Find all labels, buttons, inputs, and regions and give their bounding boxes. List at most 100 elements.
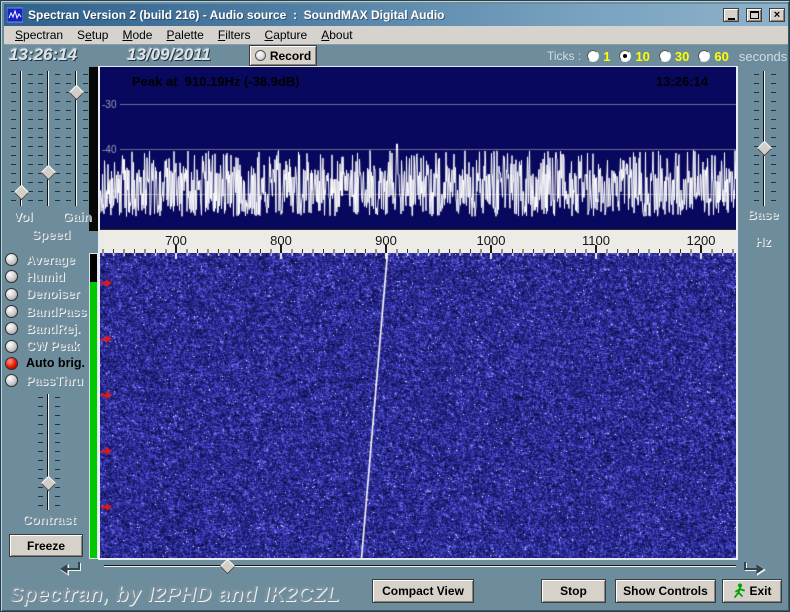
filter-led-icon[interactable]: [5, 305, 18, 319]
ticks-option-label: 1: [603, 48, 611, 64]
show-controls-button[interactable]: Show Controls: [615, 579, 716, 603]
maximize-icon: [749, 11, 759, 19]
filter-average[interactable]: Average: [5, 251, 97, 268]
filter-auto-brig[interactable]: Auto brig.: [5, 355, 97, 372]
exit-button[interactable]: Exit: [722, 579, 782, 603]
filter-bandrej[interactable]: BandRej.: [5, 320, 97, 337]
ticks-option-30[interactable]: 30: [658, 48, 690, 64]
filter-led-icon[interactable]: [5, 374, 18, 388]
vol-slider[interactable]: [11, 71, 33, 206]
filter-cw-peak[interactable]: CW Peak: [5, 337, 97, 354]
frequency-minor-ticks: [100, 249, 736, 253]
filter-label: BandPass: [26, 304, 87, 319]
stop-button[interactable]: Stop: [541, 579, 606, 603]
compact-view-button[interactable]: Compact View: [372, 579, 474, 603]
ticks-label: Ticks :: [547, 49, 582, 63]
filter-list: Average Humid Denoiser BandPass BandRej. CW P…: [5, 251, 97, 389]
running-man-icon: [734, 583, 746, 598]
freq-major-tick: [385, 245, 387, 253]
radio-icon[interactable]: [658, 50, 671, 62]
filter-label: CW Peak: [26, 339, 80, 354]
filter-label: Humid: [26, 269, 65, 284]
record-label: Record: [269, 48, 312, 63]
ticks-option-1[interactable]: 1: [587, 49, 610, 64]
minimize-button[interactable]: [723, 8, 739, 22]
peak-readout: Peak at 910.19Hz (-38.9dB): [132, 74, 300, 89]
filter-led-icon[interactable]: [5, 253, 18, 267]
close-button[interactable]: ×: [769, 8, 785, 22]
horizontal-scroll-track[interactable]: [104, 565, 736, 567]
menu-item-spectran[interactable]: Spectran: [8, 27, 70, 43]
gain-label: Gain: [62, 209, 92, 224]
radio-icon[interactable]: [587, 50, 600, 62]
ticks-option-10[interactable]: 10: [619, 48, 650, 64]
vol-slider-thumb[interactable]: [13, 184, 30, 201]
filter-led-icon[interactable]: [5, 270, 18, 284]
filter-label: Denoiser: [26, 287, 80, 302]
vol-label: Vol: [13, 209, 33, 224]
ticks-option-label: 30: [674, 48, 690, 64]
spectrum-plot[interactable]: [100, 67, 736, 229]
ticks-option-label: 60: [714, 48, 729, 64]
speed-slider-thumb[interactable]: [40, 165, 57, 181]
filter-led-icon[interactable]: [5, 356, 18, 370]
filter-passthru[interactable]: PassThru: [5, 372, 97, 389]
spectrum-clock: 13:26:14: [655, 74, 708, 89]
ticks-radio-group: Ticks : 1 10 30 60 seconds: [547, 47, 787, 65]
filter-denoiser[interactable]: Denoiser: [5, 286, 97, 303]
filter-label: PassThru: [26, 373, 83, 388]
menu-item-mode[interactable]: Mode: [115, 27, 159, 43]
freq-major-tick: [700, 245, 702, 253]
date-display: 13/09/2011: [127, 45, 211, 64]
app-icon: [7, 7, 23, 23]
radio-icon[interactable]: [619, 50, 632, 62]
display-area: 700 800 900 1000 1100 1200 Peak at 910.19Hz (…: [98, 66, 738, 560]
freq-major-tick: [490, 245, 492, 253]
scroll-right-arrow-icon[interactable]: [742, 557, 766, 577]
scroll-left-arrow-icon[interactable]: [58, 557, 82, 577]
filter-led-icon[interactable]: [5, 287, 18, 301]
freq-major-tick: [595, 245, 597, 253]
filter-humid[interactable]: Humid: [5, 268, 97, 285]
ticks-options: 1 10 30 60: [587, 49, 733, 64]
filter-bandpass[interactable]: BandPass: [5, 303, 97, 320]
menu-item-setup[interactable]: Setup: [70, 27, 115, 43]
menu-item-capture[interactable]: Capture: [258, 27, 315, 43]
ticks-option-60[interactable]: 60: [698, 48, 729, 64]
speed-slider[interactable]: [38, 71, 60, 206]
filter-led-icon[interactable]: [5, 322, 18, 336]
time-display: 13:26:14: [9, 45, 78, 64]
waterfall-display[interactable]: [100, 253, 736, 558]
contrast-slider[interactable]: [38, 394, 60, 510]
filter-label: Average: [26, 252, 75, 267]
frequency-scale: 700 800 900 1000 1100 1200: [100, 229, 736, 253]
contrast-slider-thumb[interactable]: [40, 476, 57, 492]
ticks-unit-label: seconds: [738, 48, 788, 64]
gain-slider-thumb[interactable]: [68, 84, 85, 101]
ticks-option-label: 10: [635, 48, 650, 64]
freq-major-tick: [175, 245, 177, 253]
freeze-button[interactable]: Freeze: [9, 534, 83, 557]
maximize-button[interactable]: [746, 8, 762, 22]
minimize-icon: [727, 18, 735, 20]
spectrum-side-bar: [89, 67, 98, 231]
base-label: Base: [747, 207, 779, 222]
gain-slider[interactable]: [66, 71, 88, 206]
base-slider[interactable]: [754, 71, 776, 206]
menu-item-about[interactable]: About: [314, 27, 359, 43]
hz-unit-label: Hz: [755, 234, 771, 249]
filter-led-icon[interactable]: [5, 339, 18, 353]
menu-item-filters[interactable]: Filters: [211, 27, 258, 43]
horizontal-scroll-thumb[interactable]: [219, 558, 236, 575]
record-button[interactable]: Record: [249, 45, 317, 66]
filter-label: Auto brig.: [26, 356, 86, 371]
freq-major-tick: [280, 245, 282, 253]
menu-item-palette[interactable]: Palette: [159, 27, 210, 43]
menu-bar: Spectran Setup Mode Palette Filters Capture Ab…: [4, 26, 788, 45]
branding-text: Spectran, by I2PHD and IK2CZL: [9, 583, 340, 606]
spectran-window: Spectran Version 2 (build 216) - Audio s…: [0, 0, 790, 612]
speed-label: Speed: [31, 227, 71, 242]
base-slider-thumb[interactable]: [756, 140, 773, 157]
radio-icon[interactable]: [698, 50, 711, 62]
title-bar: Spectran Version 2 (build 216) - Audio s…: [4, 4, 788, 26]
